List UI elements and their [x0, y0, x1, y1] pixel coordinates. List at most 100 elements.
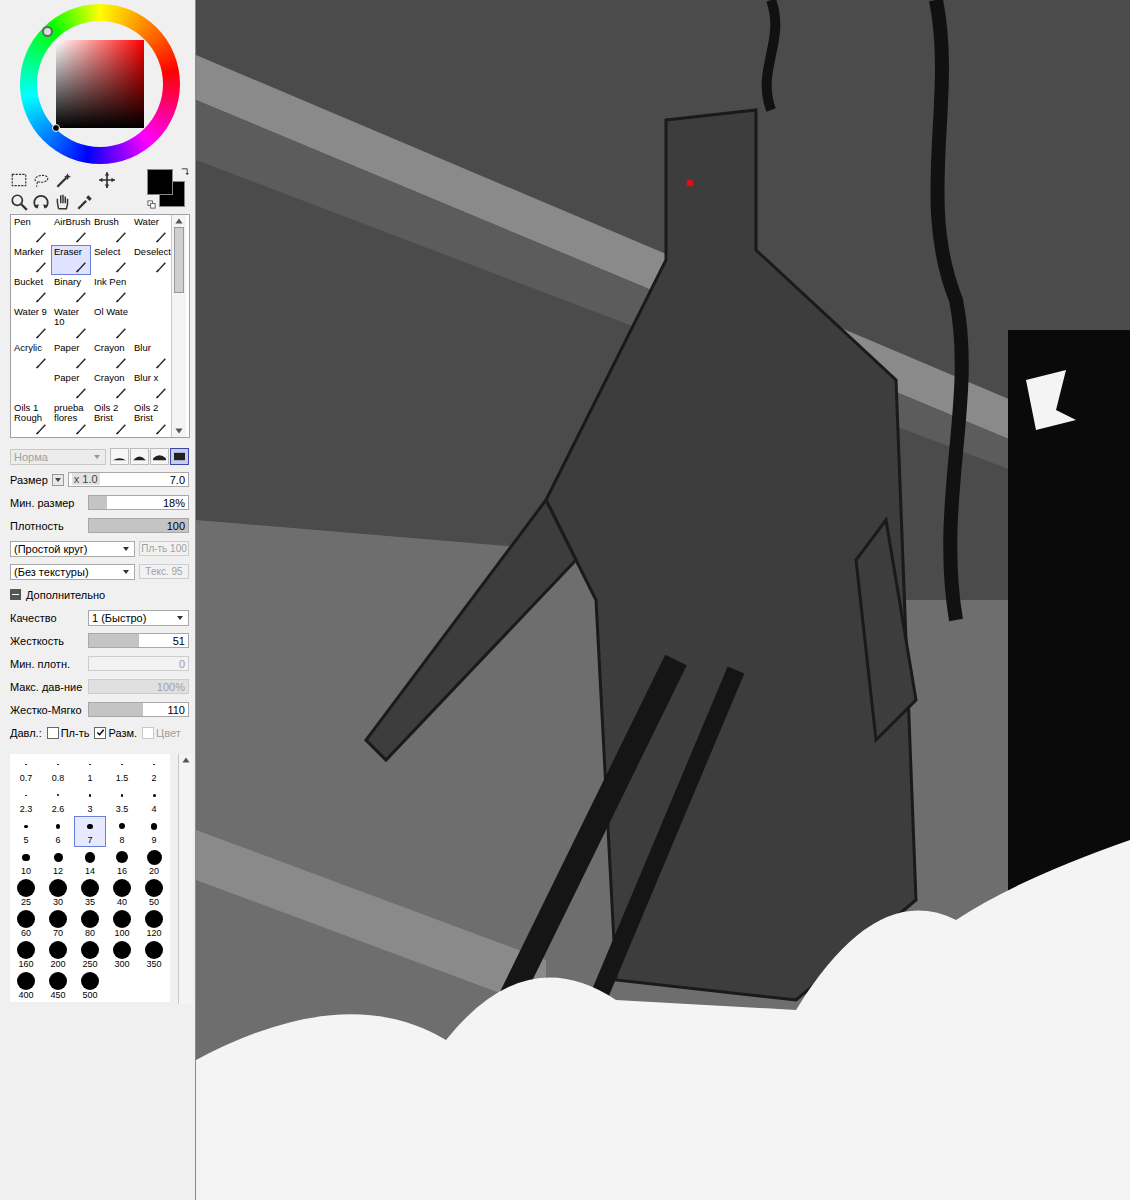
- size-field[interactable]: x 1.0 7.0: [68, 472, 189, 487]
- brush-size-button[interactable]: 16: [106, 847, 138, 878]
- hue-marker[interactable]: [42, 26, 53, 37]
- brush-size-button[interactable]: 300: [106, 940, 138, 971]
- brush-size-button[interactable]: 35: [74, 878, 106, 909]
- tool-button[interactable]: Blur x: [131, 371, 171, 401]
- brush-size-button[interactable]: 500: [74, 971, 106, 1002]
- brush-size-button[interactable]: 400: [10, 971, 42, 1002]
- color-marker[interactable]: [52, 124, 60, 132]
- brush-size-button[interactable]: 3: [74, 785, 106, 816]
- pressure-option[interactable]: Пл-ть: [47, 727, 90, 739]
- tool-button[interactable]: [131, 305, 171, 341]
- brush-size-button[interactable]: 250: [74, 940, 106, 971]
- slider[interactable]: 110: [88, 702, 189, 717]
- brush-size-button[interactable]: 20: [138, 847, 170, 878]
- scroll-up-icon[interactable]: [172, 215, 186, 227]
- size-scrollbar[interactable]: [178, 754, 193, 1004]
- tool-button[interactable]: Pen: [11, 215, 51, 245]
- advanced-header[interactable]: Дополнительно: [10, 585, 189, 605]
- tool-button[interactable]: [131, 275, 171, 305]
- size-multiplier-icon[interactable]: [52, 474, 64, 486]
- magic-wand-icon[interactable]: [54, 171, 72, 189]
- brush-size-button[interactable]: 0.7: [10, 754, 42, 785]
- tool-button[interactable]: Ol Wate: [91, 305, 131, 341]
- tool-button[interactable]: Ink Pen: [91, 275, 131, 305]
- canvas[interactable]: [196, 0, 1130, 1200]
- tool-button[interactable]: Water: [131, 215, 171, 245]
- tool-button[interactable]: Oils 2 Brist: [91, 401, 131, 437]
- brush-size-button[interactable]: 100: [106, 909, 138, 940]
- tool-button[interactable]: Oils 1 Rough: [11, 401, 51, 437]
- saturation-square[interactable]: [56, 40, 144, 128]
- tool-button[interactable]: Crayon: [91, 341, 131, 371]
- scroll-down-icon[interactable]: [172, 425, 186, 437]
- tool-button[interactable]: AirBrush: [51, 215, 91, 245]
- zoom-icon[interactable]: [10, 193, 28, 211]
- brush-size-button[interactable]: 450: [42, 971, 74, 1002]
- eyedropper-icon[interactable]: [76, 193, 94, 211]
- brush-size-button[interactable]: 50: [138, 878, 170, 909]
- checkbox[interactable]: [94, 727, 106, 739]
- tool-button[interactable]: Crayon: [91, 371, 131, 401]
- foreground-color[interactable]: [147, 169, 173, 195]
- brush-size-button[interactable]: 60: [10, 909, 42, 940]
- brush-size-button[interactable]: 10: [10, 847, 42, 878]
- brush-size-button[interactable]: 0.8: [42, 754, 74, 785]
- strength-field[interactable]: Текс. 95: [139, 564, 189, 579]
- slider[interactable]: 100%: [88, 679, 189, 694]
- blend-mode-dropdown[interactable]: Норма: [10, 449, 106, 465]
- tool-button[interactable]: Marker: [11, 245, 51, 275]
- pressure-option[interactable]: Разм.: [94, 727, 137, 739]
- checkbox[interactable]: [47, 727, 59, 739]
- brush-size-button[interactable]: 70: [42, 909, 74, 940]
- tool-button[interactable]: Blur: [131, 341, 171, 371]
- brush-size-button[interactable]: 1: [74, 754, 106, 785]
- tool-button[interactable]: Paper: [51, 371, 91, 401]
- brush-size-button[interactable]: 80: [74, 909, 106, 940]
- brush-size-button[interactable]: 4: [138, 785, 170, 816]
- slider[interactable]: 18%: [88, 495, 189, 510]
- lasso-icon[interactable]: [32, 171, 50, 189]
- brush-size-button[interactable]: 30: [42, 878, 74, 909]
- brush-size-button[interactable]: 14: [74, 847, 106, 878]
- tool-button[interactable]: Water 10: [51, 305, 91, 341]
- brush-size-button[interactable]: 3.5: [106, 785, 138, 816]
- rotate-icon[interactable]: [32, 193, 50, 211]
- strength-field[interactable]: Пл-ть 100: [139, 541, 189, 556]
- brush-size-button[interactable]: 8: [106, 816, 138, 847]
- tool-button[interactable]: Binary: [51, 275, 91, 305]
- brush-size-button[interactable]: 2.3: [10, 785, 42, 816]
- hand-icon[interactable]: [54, 193, 72, 211]
- brush-size-button[interactable]: 2: [138, 754, 170, 785]
- brush-size-button[interactable]: 120: [138, 909, 170, 940]
- brush-size-button[interactable]: 5: [10, 816, 42, 847]
- tool-button[interactable]: [11, 371, 51, 401]
- dropdown[interactable]: (Без текстуры): [10, 564, 135, 580]
- tool-button[interactable]: Eraser: [51, 245, 91, 275]
- brush-shape-button[interactable]: [170, 448, 189, 465]
- pressure-option[interactable]: Цвет: [142, 727, 181, 739]
- dropdown[interactable]: (Простой круг): [10, 541, 135, 557]
- brush-shape-button[interactable]: [130, 448, 149, 465]
- reset-colors-icon[interactable]: [147, 200, 156, 209]
- slider[interactable]: 51: [88, 633, 189, 648]
- brush-size-button[interactable]: 12: [42, 847, 74, 878]
- brush-shape-button[interactable]: [150, 448, 169, 465]
- brush-size-button[interactable]: 7: [74, 816, 106, 847]
- tool-button[interactable]: Water 9: [11, 305, 51, 341]
- tool-scrollbar[interactable]: [171, 215, 186, 437]
- tool-button[interactable]: Paper: [51, 341, 91, 371]
- brush-size-button[interactable]: 6: [42, 816, 74, 847]
- tool-button[interactable]: Bucket: [11, 275, 51, 305]
- tool-button[interactable]: prueba flores: [51, 401, 91, 437]
- tool-button[interactable]: Select: [91, 245, 131, 275]
- collapse-icon[interactable]: [10, 589, 21, 600]
- quality-dropdown[interactable]: 1 (Быстро): [88, 610, 189, 626]
- brush-size-button[interactable]: 9: [138, 816, 170, 847]
- tool-button[interactable]: Deselect: [131, 245, 171, 275]
- brush-size-button[interactable]: 160: [10, 940, 42, 971]
- brush-size-button[interactable]: 350: [138, 940, 170, 971]
- tool-button[interactable]: Brush: [91, 215, 131, 245]
- scroll-up-icon[interactable]: [179, 754, 193, 766]
- brush-size-button[interactable]: 2.6: [42, 785, 74, 816]
- slider[interactable]: 100: [88, 518, 189, 533]
